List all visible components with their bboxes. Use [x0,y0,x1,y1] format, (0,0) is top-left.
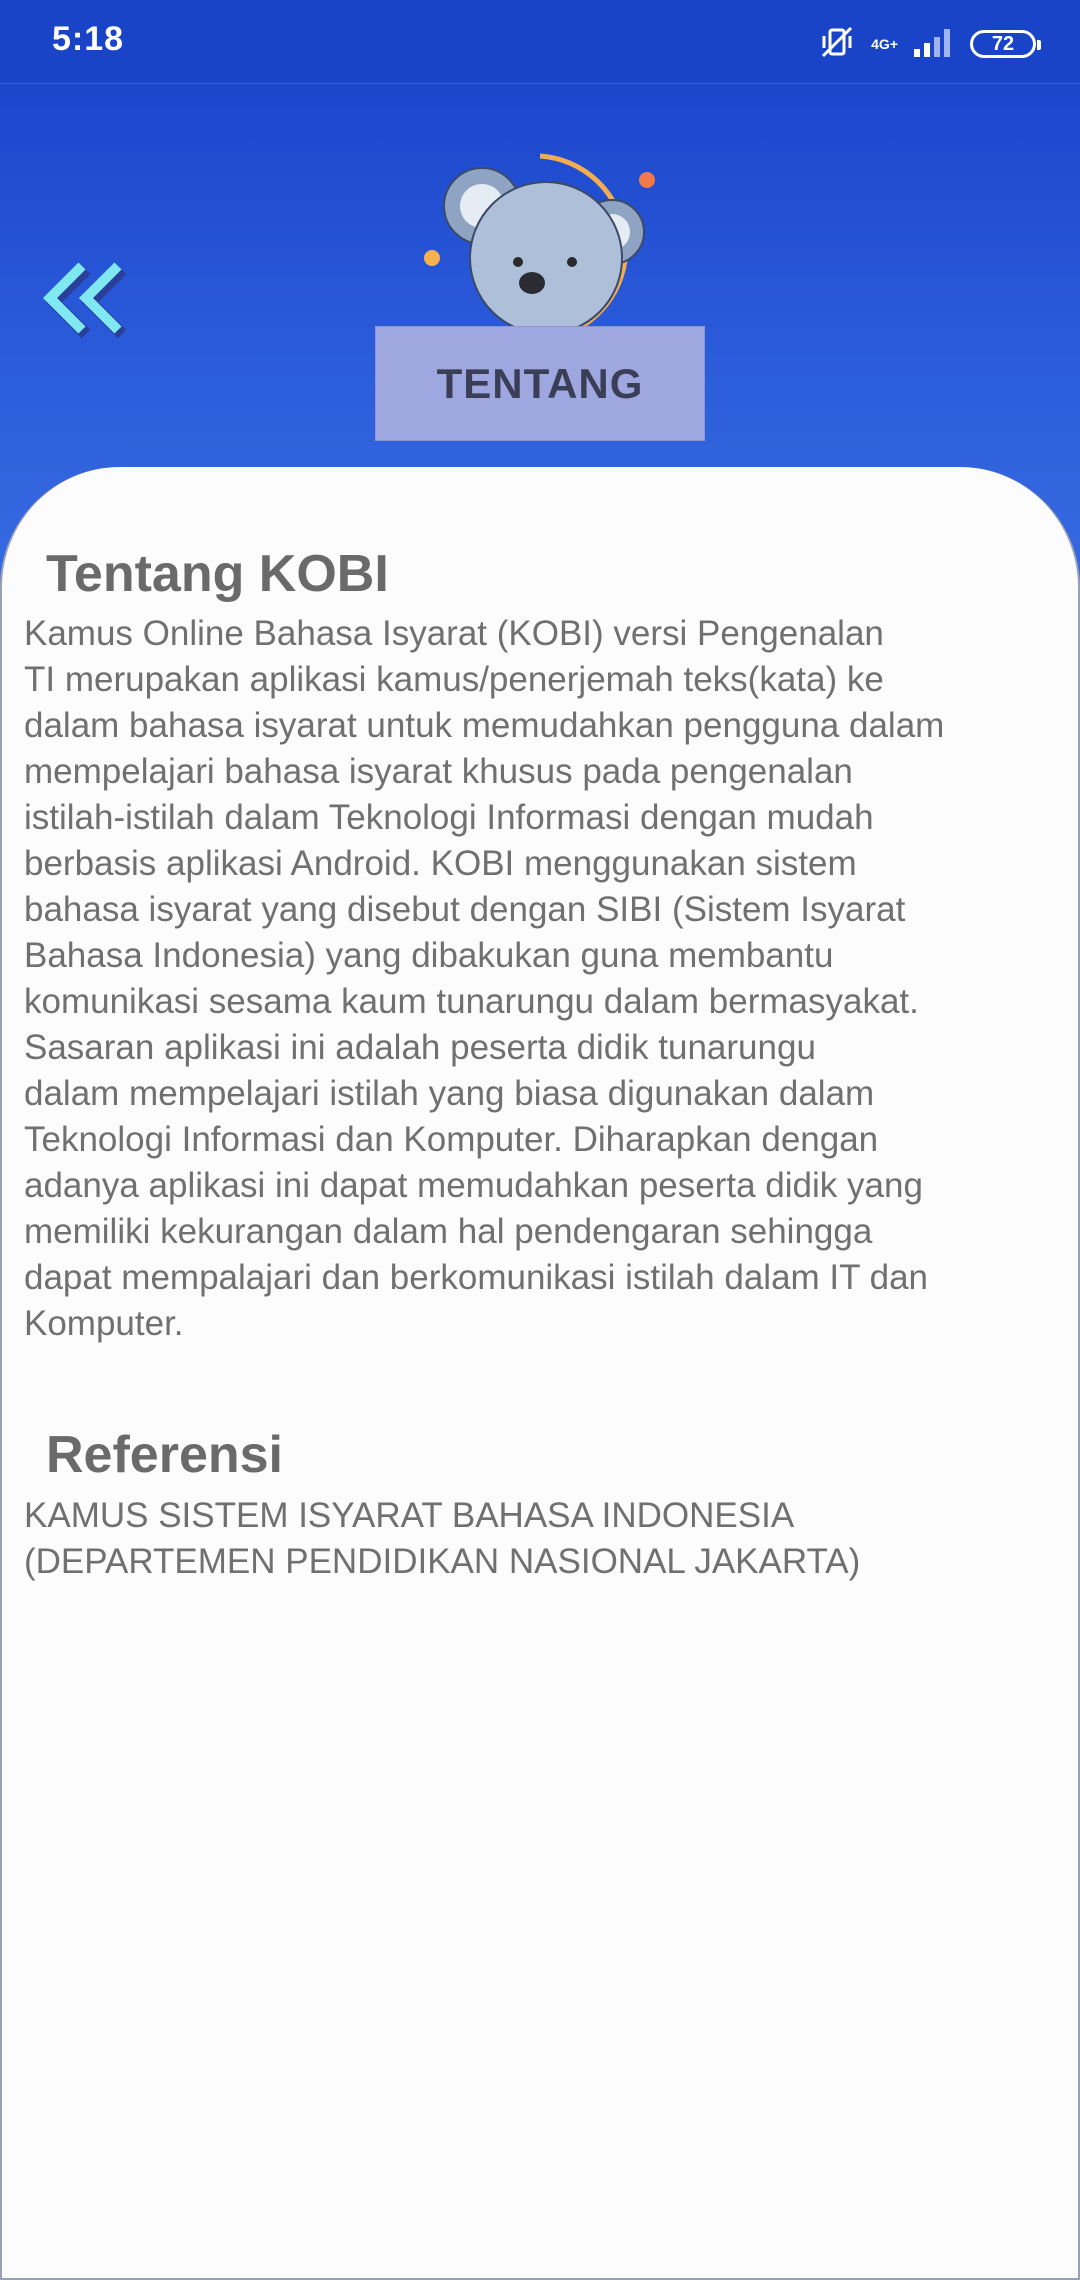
status-time: 5:18 [52,20,125,58]
about-line: mempelajari bahasa isyarat khusus pada p… [24,752,853,791]
reference-line: KAMUS SISTEM ISYARAT BAHASA INDONESIA [24,1496,795,1535]
about-line: komunikasi sesama kaum tunarungu dalam b… [24,982,919,1021]
about-line: dalam bahasa isyarat untuk memudahkan pe… [24,706,945,745]
vibrate-off-icon [817,22,857,67]
about-line: Kamus Online Bahasa Isyarat (KOBI) versi… [24,614,884,653]
about-heading: Tentang KOBI [46,545,389,603]
reference-line: (DEPARTEMEN PENDIDIKAN NASIONAL JAKARTA) [24,1542,861,1581]
signal-bars-icon [912,25,956,64]
about-line: dalam mempelajari istilah yang biasa dig… [24,1074,875,1113]
references-body: KAMUS SISTEM ISYARAT BAHASA INDONESIA (D… [24,1493,1064,1585]
about-line: bahasa isyarat yang disebut dengan SIBI … [24,890,906,929]
about-line: Komputer. [24,1304,184,1343]
about-line: istilah-istilah dalam Teknologi Informas… [24,798,874,837]
status-icons: 4G+ 72 [817,22,1041,67]
about-line: memiliki kekurangan dalam hal pendengara… [24,1212,873,1251]
about-line: Sasaran aplikasi ini adalah peserta didi… [24,1028,816,1067]
status-bar: 5:18 4G+ 72 [0,0,1080,84]
koala-mascot-icon [420,140,670,350]
battery-icon: 72 [970,30,1041,58]
references-heading: Referensi [46,1426,283,1484]
content-card: Tentang KOBI Kamus Online Bahasa Isyarat… [0,467,1080,2280]
about-line: Bahasa Indonesia) yang dibakukan guna me… [24,936,834,975]
about-line: dapat mempalajari dan berkomunikasi isti… [24,1258,929,1297]
about-line: berbasis aplikasi Android. KOBI mengguna… [24,844,857,883]
page-title: TENTANG [436,359,644,407]
about-body: Kamus Online Bahasa Isyarat (KOBI) versi… [24,611,1064,1347]
about-line: TI merupakan aplikasi kamus/penerjemah t… [24,660,884,699]
page-title-box: TENTANG [375,326,705,441]
back-button[interactable] [38,254,138,344]
about-line: adanya aplikasi ini dapat memudahkan pes… [24,1166,923,1205]
network-type-label: 4G+ [871,36,898,52]
double-chevron-left-icon [42,262,127,339]
about-line: Teknologi Informasi dan Komputer. Dihara… [24,1120,879,1159]
